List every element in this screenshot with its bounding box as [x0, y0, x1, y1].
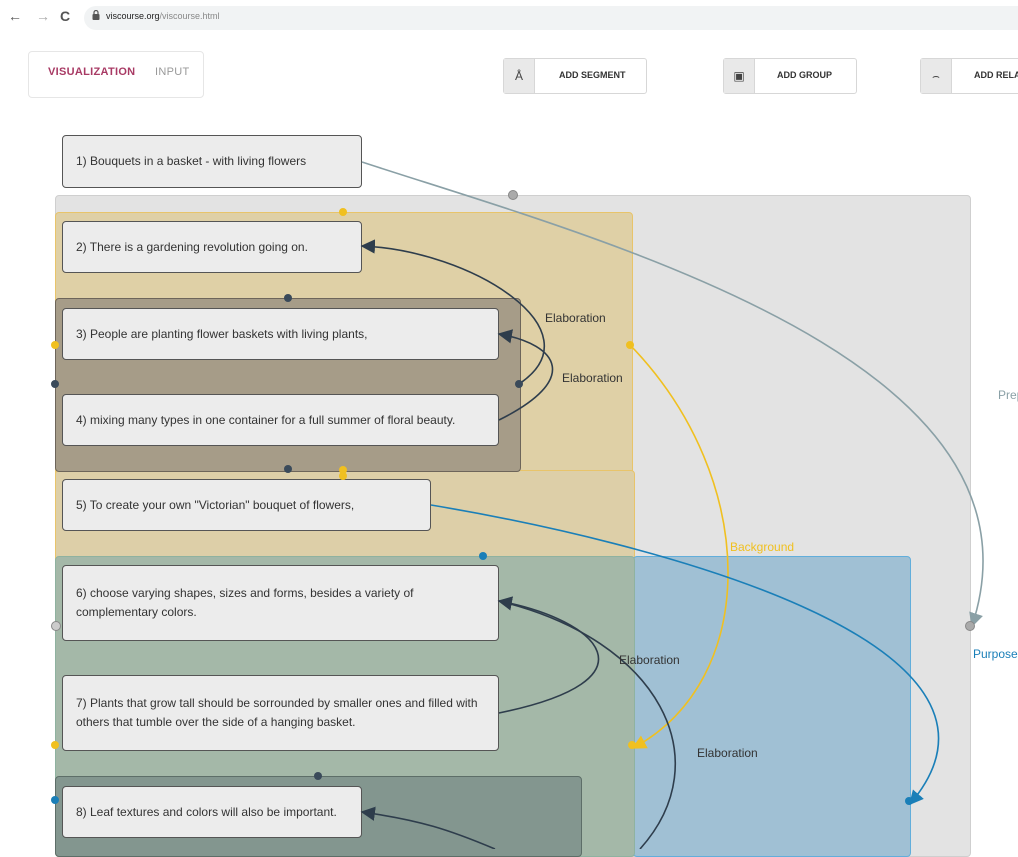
elaboration-group-handle-right[interactable] — [515, 380, 523, 388]
purpose-target-handle-right[interactable] — [905, 797, 913, 805]
relation-arcs — [360, 161, 984, 849]
elaboration-group-handle-top[interactable] — [284, 294, 292, 302]
outer-group-handle[interactable] — [508, 190, 518, 200]
instructions-group-handle-left[interactable] — [51, 621, 61, 631]
elaboration-group-handle-left[interactable] — [51, 380, 59, 388]
elaboration-group-handle-bottom[interactable] — [284, 465, 292, 473]
purpose-source-handle-right[interactable] — [628, 741, 636, 749]
relation-label-prep[interactable]: Prep — [998, 388, 1018, 402]
outer-group-handle-right[interactable] — [965, 621, 975, 631]
relation-label-purpose[interactable]: Purpose — [973, 647, 1018, 661]
relation-label-elaboration-4[interactable]: Elaboration — [697, 746, 758, 760]
purpose-source-handle-left[interactable] — [51, 741, 59, 749]
purpose-group-handle-top-2[interactable] — [339, 472, 347, 480]
background-group-handle-left[interactable] — [51, 341, 59, 349]
background-group-handle-right[interactable] — [626, 341, 634, 349]
instructions-group-handle-top[interactable] — [479, 552, 487, 560]
leaf-group-handle-left[interactable] — [51, 796, 59, 804]
leaf-group-handle-top[interactable] — [314, 772, 322, 780]
relation-label-elaboration-1[interactable]: Elaboration — [545, 311, 606, 325]
relation-label-elaboration-2[interactable]: Elaboration — [562, 371, 623, 385]
relation-label-background[interactable]: Background — [730, 540, 794, 554]
relation-label-elaboration-3[interactable]: Elaboration — [619, 653, 680, 667]
background-group-handle-top[interactable] — [339, 208, 347, 216]
